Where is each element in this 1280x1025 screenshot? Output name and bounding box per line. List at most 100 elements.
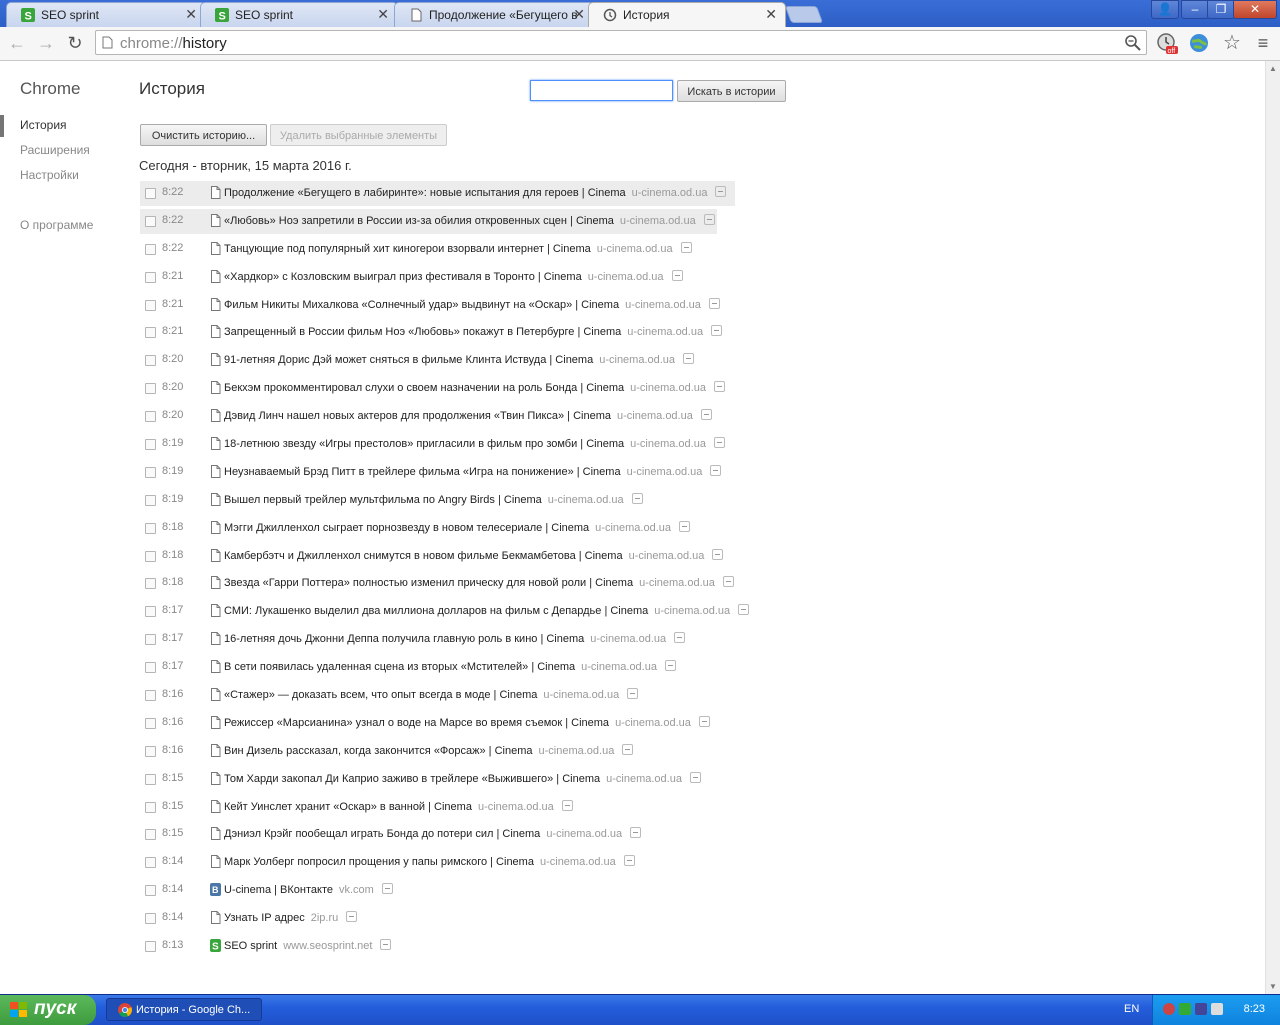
entry-checkbox[interactable] (145, 466, 156, 478)
start-button[interactable]: пуск (0, 995, 96, 1025)
entry-checkbox[interactable] (145, 690, 156, 702)
taskbar-item-chrome[interactable]: История - Google Ch... (106, 998, 262, 1021)
sidebar-item-settings[interactable]: Настройки (20, 168, 79, 182)
entry-title-link[interactable]: 16-летняя дочь Джонни Деппа получила гла… (224, 632, 686, 645)
close-tab-icon[interactable]: ✕ (765, 6, 777, 23)
entry-checkbox[interactable] (145, 606, 156, 618)
history-entry[interactable]: 8:18 Звезда «Гарри Поттера» полностью изм… (139, 570, 779, 598)
entry-title-link[interactable]: Звезда «Гарри Поттера» полностью изменил… (224, 576, 734, 589)
zoom-icon[interactable] (1124, 34, 1142, 52)
close-window-button[interactable]: ✕ (1233, 0, 1277, 19)
history-entry[interactable]: 8:22 Продолжение «Бегущего в лабиринте»: … (139, 180, 779, 208)
history-entry[interactable]: 8:16 Режиссер «Марсианина» узнал о воде н… (139, 710, 779, 738)
history-entry[interactable]: 8:19 Вышел первый трейлер мультфильма по … (139, 487, 779, 515)
entry-title-link[interactable]: Вышел первый трейлер мультфильма по Angr… (224, 492, 643, 506)
history-entry[interactable]: 8:19 Неузнаваемый Брэд Питт в трейлере фи… (139, 459, 779, 487)
history-entry[interactable]: 8:21 Фильм Никиты Михалкова «Солнечный уд… (139, 292, 779, 320)
history-entry[interactable]: 8:20 Дэвид Линч нашел новых актеров для п… (139, 403, 779, 431)
entry-title-link[interactable]: U-cinema | ВКонтакте vk.com (224, 883, 393, 896)
entry-menu-button[interactable] (680, 241, 692, 253)
scroll-up-arrow-icon[interactable]: ▲ (1269, 64, 1277, 73)
history-entry[interactable]: 8:22 Танцующие под популярный хит киногер… (139, 236, 779, 264)
entry-menu-button[interactable] (630, 827, 642, 839)
entry-checkbox[interactable] (145, 662, 156, 674)
tray-volume-icon[interactable] (1211, 1003, 1223, 1015)
entry-title-link[interactable]: Узнать IP адрес 2ip.ru (224, 911, 358, 924)
entry-title-link[interactable]: Вин Дизель рассказал, когда закончится «… (224, 743, 634, 757)
entry-checkbox[interactable] (145, 355, 156, 367)
tab-seosprint-1[interactable]: S SEO sprint ✕ (6, 2, 206, 27)
entry-menu-button[interactable] (712, 548, 724, 560)
entry-menu-button[interactable] (715, 186, 727, 197)
entry-title-link[interactable]: Марк Уолберг попросил прощения у папы ри… (224, 855, 635, 868)
tray-network-icon[interactable] (1179, 1003, 1191, 1015)
tab-article[interactable]: Продолжение «Бегущего в ✕ (394, 2, 594, 27)
entry-menu-button[interactable] (703, 213, 715, 225)
entry-menu-button[interactable] (674, 632, 686, 644)
entry-title-link[interactable]: «Стажер» — доказать всем, что опыт всегд… (224, 688, 639, 701)
scrollbar[interactable]: ▲ ▼ (1265, 61, 1280, 994)
history-entry[interactable]: 8:15 Дэниэл Крэйг пообещал играть Бонда д… (139, 821, 779, 849)
entry-checkbox[interactable] (145, 941, 156, 953)
entry-menu-button[interactable] (713, 381, 725, 393)
entry-menu-button[interactable] (623, 855, 635, 867)
entry-title-link[interactable]: Дэвид Линч нашел новых актеров для продо… (224, 409, 712, 422)
sidebar-item-history[interactable]: История (20, 118, 67, 132)
scroll-down-arrow-icon[interactable]: ▼ (1269, 982, 1277, 991)
entry-checkbox[interactable] (145, 383, 156, 395)
entry-menu-button[interactable] (738, 604, 750, 616)
entry-checkbox[interactable] (145, 494, 156, 506)
history-entry[interactable]: 8:18 Камбербэтч и Джилленхол снимутся в н… (139, 543, 779, 571)
entry-title-link[interactable]: Неузнаваемый Брэд Питт в трейлере фильма… (224, 464, 722, 478)
close-tab-icon[interactable]: ✕ (573, 6, 585, 23)
tab-history[interactable]: История ✕ (588, 2, 786, 27)
back-button[interactable]: ← (5, 31, 29, 55)
tab-seosprint-2[interactable]: S SEO sprint ✕ (200, 2, 398, 27)
entry-checkbox[interactable] (145, 801, 156, 813)
search-history-button[interactable]: Искать в истории (677, 80, 786, 102)
clear-history-button[interactable]: Очистить историю... (140, 124, 267, 146)
entry-title-link[interactable]: Запрещенный в России фильм Ноэ «Любовь» … (224, 325, 723, 338)
entry-checkbox[interactable] (145, 634, 156, 646)
entry-checkbox[interactable] (145, 550, 156, 562)
tray-umbrella-icon[interactable] (1163, 1003, 1175, 1015)
entry-checkbox[interactable] (145, 411, 156, 423)
entry-menu-button[interactable] (713, 437, 725, 449)
entry-title-link[interactable]: «Любовь» Ноэ запретили в России из-за об… (224, 213, 715, 227)
entry-title-link[interactable]: 91-летняя Дорис Дэй может сняться в филь… (224, 353, 695, 366)
entry-checkbox[interactable] (145, 327, 156, 339)
history-entry[interactable]: 8:22 «Любовь» Ноэ запретили в России из-з… (139, 208, 779, 236)
history-entry[interactable]: 8:20 91-летняя Дорис Дэй может сняться в … (139, 347, 779, 375)
minimize-button[interactable]: – (1181, 0, 1209, 19)
history-search-input[interactable] (530, 80, 673, 101)
entry-menu-button[interactable] (700, 409, 712, 421)
chrome-menu-icon[interactable]: ≡ (1251, 31, 1275, 55)
entry-title-link[interactable]: Режиссер «Марсианина» узнал о воде на Ма… (224, 715, 710, 729)
entry-title-link[interactable]: SEO sprint www.seosprint.net (224, 939, 392, 952)
history-entry[interactable]: 8:15 Том Харди закопал Ди Каприо заживо в… (139, 766, 779, 794)
entry-menu-button[interactable] (664, 660, 676, 672)
entry-checkbox[interactable] (145, 271, 156, 283)
entry-menu-button[interactable] (689, 771, 701, 783)
history-entry[interactable]: 8:17 СМИ: Лукашенко выделил два миллиона … (139, 598, 779, 626)
entry-menu-button[interactable] (679, 520, 690, 532)
profile-icon[interactable]: 👤 (1151, 0, 1179, 19)
entry-title-link[interactable]: Камбербэтч и Джилленхол снимутся в новом… (224, 548, 724, 562)
entry-checkbox[interactable] (145, 439, 156, 451)
forward-button[interactable]: → (34, 31, 58, 55)
history-entry[interactable]: 8:20 Бекхэм прокомментировал слухи о свое… (139, 375, 779, 403)
entry-checkbox[interactable] (145, 522, 156, 534)
entry-menu-button[interactable] (698, 715, 710, 727)
history-entry[interactable]: 8:14 Узнать IP адрес 2ip.ru (139, 905, 779, 933)
entry-menu-button[interactable] (627, 688, 639, 700)
entry-menu-button[interactable] (710, 464, 722, 476)
entry-menu-button[interactable] (381, 883, 393, 895)
entry-checkbox[interactable] (145, 243, 156, 255)
language-indicator[interactable]: EN (1124, 1003, 1139, 1015)
close-tab-icon[interactable]: ✕ (185, 6, 197, 23)
entry-checkbox[interactable] (145, 857, 156, 869)
history-entry[interactable]: 8:16 «Стажер» — доказать всем, что опыт в… (139, 682, 779, 710)
entry-title-link[interactable]: СМИ: Лукашенко выделил два миллиона долл… (224, 604, 750, 617)
history-entry[interactable]: 8:15 Кейт Уинслет хранит «Оскар» в ванной… (139, 794, 779, 822)
address-bar[interactable]: chrome://history (95, 30, 1147, 55)
